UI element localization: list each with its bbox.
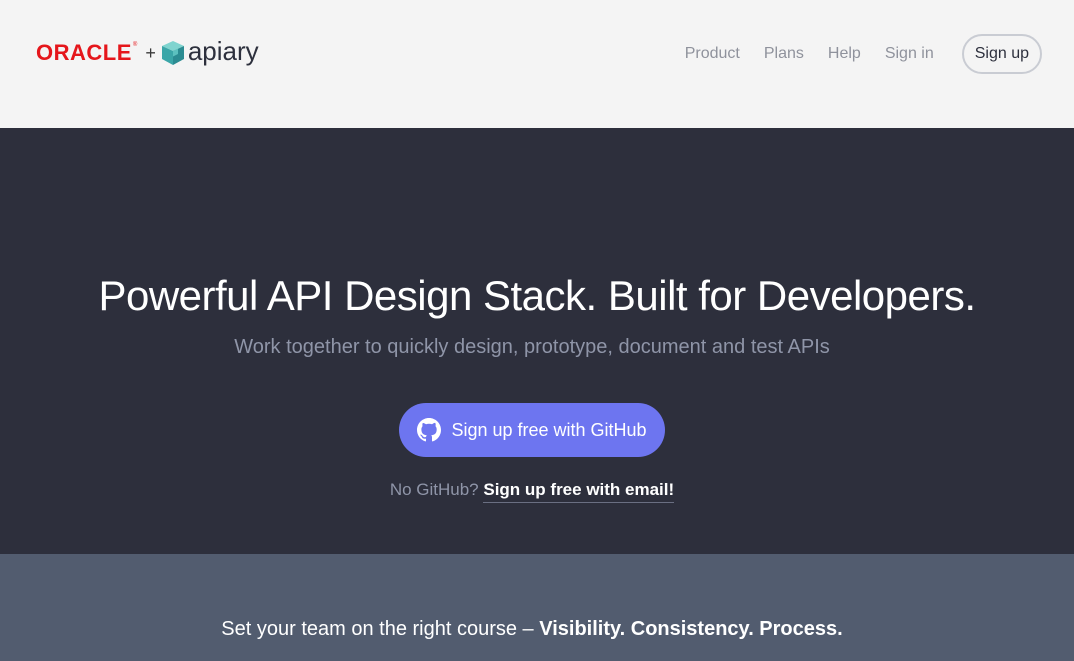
apiary-cube-icon [161,41,184,65]
nav-sign-in[interactable]: Sign in [885,45,934,63]
github-signup-button[interactable]: Sign up free with GitHub [399,403,665,457]
hero-section: Powerful API Design Stack. Built for Dev… [0,128,1074,554]
hero-title: Powerful API Design Stack. Built for Dev… [98,272,976,319]
site-header: ORACLE ® + apiary Product Plans Help Sig… [0,0,1074,128]
nav-product[interactable]: Product [685,45,740,63]
value-statement-strong: Visibility. Consistency. Process. [539,618,843,640]
nav-help[interactable]: Help [828,45,861,63]
github-signup-label: Sign up free with GitHub [451,419,647,440]
nav-plans[interactable]: Plans [764,45,804,63]
registered-mark: ® [132,42,138,48]
oracle-apiary-logo[interactable]: ORACLE ® + apiary [36,36,259,70]
hero-subtitle: Work together to quickly design, prototy… [234,336,830,358]
no-github-text: No GitHub? [389,480,484,499]
email-signup-link[interactable]: Sign up free with email! [483,480,675,503]
email-signup-line: No GitHub? Sign up free with email! [0,480,1064,503]
oracle-wordmark: ORACLE [36,40,132,65]
apiary-wordmark: apiary [187,36,259,66]
logo-plus: + [145,42,156,63]
value-statement: Set your team on the right course – Visi… [0,618,1064,641]
main-nav: Product Plans Help Sign in Sign up [685,34,1042,74]
github-icon [417,418,442,442]
sign-up-button[interactable]: Sign up [961,34,1042,74]
value-band: Set your team on the right course – Visi… [0,554,1074,661]
value-statement-lead: Set your team on the right course – [221,618,540,640]
